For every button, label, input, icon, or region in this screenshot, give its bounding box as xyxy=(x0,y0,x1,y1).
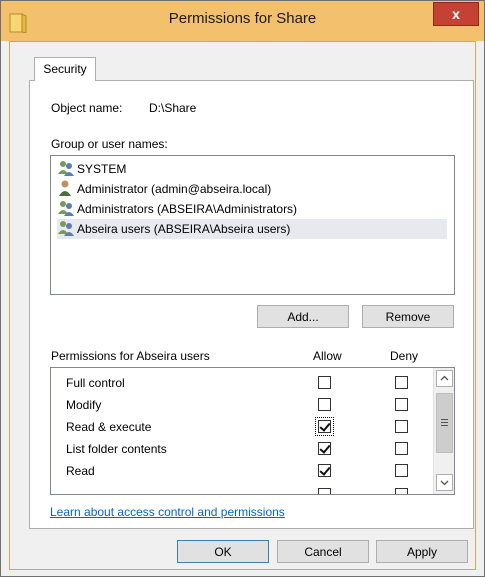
permissions-for-label: Permissions for Abseira users xyxy=(51,349,210,363)
allow-modify-checkbox[interactable] xyxy=(318,398,331,411)
permission-row-read-execute: Read & execute xyxy=(51,416,431,438)
deny-read-checkbox[interactable] xyxy=(395,464,408,477)
list-item-label: Administrators (ABSEIRA\Administrators) xyxy=(77,202,298,216)
group-names-label: Group or user names: xyxy=(51,137,168,151)
remove-button[interactable]: Remove xyxy=(362,305,454,328)
permissions-dialog: Permissions for Share x Security Object … xyxy=(0,0,485,577)
permission-row-modify: Modify xyxy=(51,394,431,416)
apply-button[interactable]: Apply xyxy=(376,540,468,563)
permission-name: Modify xyxy=(66,398,102,412)
deny-modify-checkbox[interactable] xyxy=(395,398,408,411)
title-bar[interactable]: Permissions for Share x xyxy=(1,1,484,41)
permission-row-partial xyxy=(51,482,431,494)
group-user-list[interactable]: SYSTEM Administrator (admin@abseira.loca… xyxy=(50,155,455,295)
list-item-administrator[interactable]: Administrator (admin@abseira.local) xyxy=(57,179,447,199)
window-title: Permissions for Share xyxy=(168,10,317,27)
list-item-system[interactable]: SYSTEM xyxy=(57,159,447,179)
deny-read-execute-checkbox[interactable] xyxy=(395,420,408,433)
deny-column-header: Deny xyxy=(390,349,419,363)
list-item-label: Administrator (admin@abseira.local) xyxy=(77,182,272,196)
deny-list-folder-contents-checkbox[interactable] xyxy=(395,442,408,455)
allow-full-control-checkbox[interactable] xyxy=(318,376,331,389)
close-button[interactable]: x xyxy=(433,2,479,26)
users-group-icon xyxy=(58,201,74,216)
allow-column-header: Allow xyxy=(313,349,342,363)
deny-full-control-checkbox[interactable] xyxy=(395,376,408,389)
permission-name: Read xyxy=(66,464,95,478)
users-group-icon xyxy=(58,161,74,176)
tab-security[interactable]: Security xyxy=(34,57,96,81)
allow-read-checkbox[interactable] xyxy=(318,464,331,477)
allow-read-execute-checkbox[interactable] xyxy=(315,417,334,436)
user-icon xyxy=(59,180,71,196)
ok-button[interactable]: OK xyxy=(177,540,269,563)
permission-name: List folder contents xyxy=(66,442,167,456)
allow-list-folder-contents-checkbox[interactable] xyxy=(318,442,331,455)
chevron-up-icon xyxy=(440,375,449,381)
permission-name: Full control xyxy=(66,376,125,390)
permission-row-full-control: Full control xyxy=(51,372,431,394)
permissions-scrollbar[interactable] xyxy=(433,368,454,494)
object-name-value: D:\Share xyxy=(149,101,197,115)
permission-name: Read & execute xyxy=(66,420,152,434)
learn-more-link[interactable]: Learn about access control and permissio… xyxy=(50,505,285,519)
scroll-down-button[interactable] xyxy=(436,474,453,491)
scroll-up-button[interactable] xyxy=(436,370,453,387)
chevron-down-icon xyxy=(440,480,449,486)
list-item-administrators[interactable]: Administrators (ABSEIRA\Administrators) xyxy=(57,199,447,219)
users-group-icon xyxy=(58,221,74,236)
permission-row-list-folder-contents: List folder contents xyxy=(51,438,431,460)
permission-row-read: Read xyxy=(51,460,431,482)
list-item-label: SYSTEM xyxy=(77,162,127,176)
scroll-thumb[interactable] xyxy=(436,393,453,453)
list-item-abseira-users[interactable]: Abseira users (ABSEIRA\Abseira users) xyxy=(57,219,447,239)
cancel-button[interactable]: Cancel xyxy=(277,540,369,563)
deny-partial-checkbox[interactable] xyxy=(395,488,408,494)
add-button[interactable]: Add... xyxy=(257,305,349,328)
allow-partial-checkbox[interactable] xyxy=(318,488,331,494)
object-name-label: Object name: xyxy=(51,101,123,115)
list-item-label: Abseira users (ABSEIRA\Abseira users) xyxy=(77,222,291,236)
permissions-list[interactable]: Full control Modify Read & execute List … xyxy=(50,367,455,495)
